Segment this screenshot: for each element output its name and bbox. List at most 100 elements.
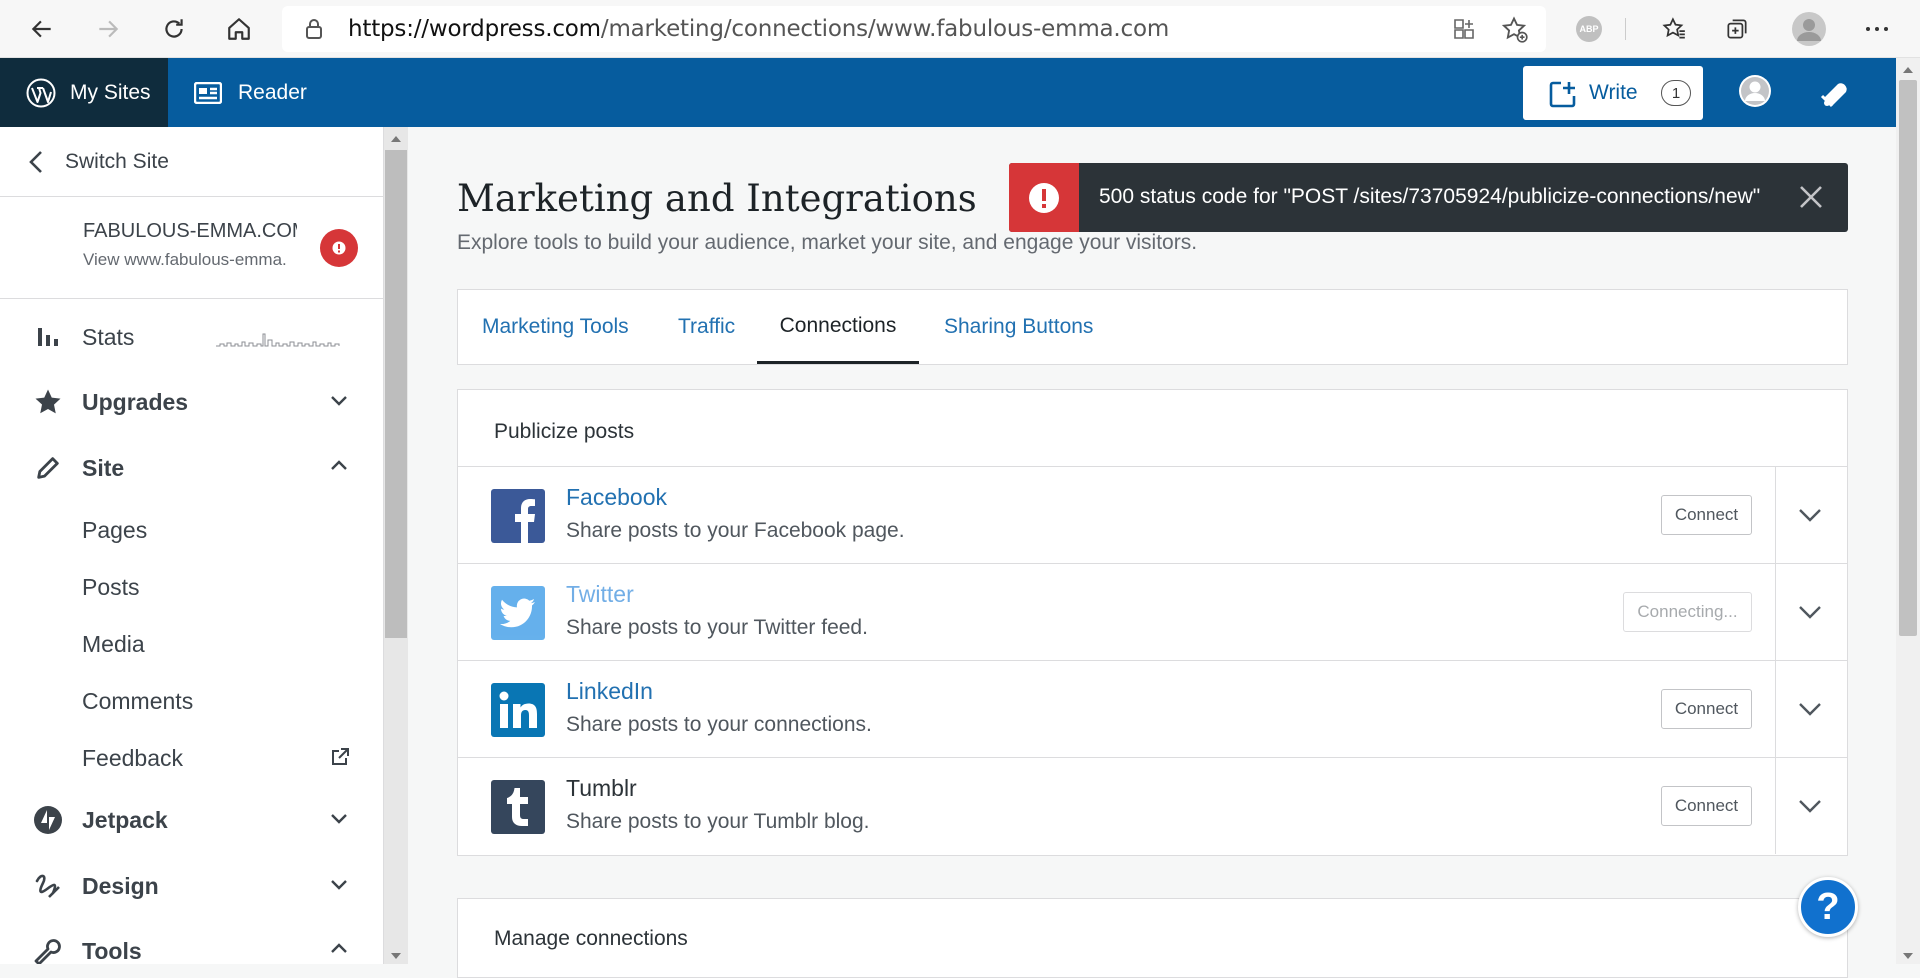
twitter-connecting-button[interactable]: Connecting...	[1623, 592, 1752, 632]
chevron-down-icon[interactable]	[1798, 796, 1822, 816]
sidebar: Switch Site FABULOUS-EMMA.COM View www.f…	[0, 127, 384, 964]
help-question-icon: ?	[1816, 885, 1840, 928]
me-avatar-button[interactable]	[1738, 74, 1772, 108]
sidebar-item-feedback[interactable]: Feedback	[82, 745, 183, 772]
facebook-connect-button[interactable]: Connect	[1661, 495, 1752, 535]
wordpress-logo-icon	[26, 78, 56, 107]
forward-button[interactable]	[91, 12, 125, 46]
chevron-down-icon	[331, 814, 347, 824]
error-notice: 500 status code for "POST /sites/7370592…	[1009, 163, 1848, 232]
favorites-icon	[1662, 17, 1685, 39]
tab-marketing-tools[interactable]: Marketing Tools	[482, 290, 629, 364]
scroll-up-arrow-icon[interactable]	[1902, 66, 1914, 74]
home-button[interactable]	[222, 12, 256, 46]
exclamation-icon	[332, 241, 346, 255]
tab-connections[interactable]: Connections	[757, 290, 919, 364]
help-button[interactable]: ?	[1798, 877, 1858, 937]
service-name[interactable]: Tumblr	[566, 775, 637, 802]
sidebar-item-pages[interactable]: Pages	[82, 517, 147, 544]
error-alert-icon	[1009, 163, 1079, 232]
refresh-button[interactable]	[157, 12, 191, 46]
browser-toolbar: https://wordpress.com/marketing/connecti…	[0, 0, 1920, 58]
current-site[interactable]: FABULOUS-EMMA.COM View www.fabulous-emma…	[0, 197, 383, 299]
url-text: https://wordpress.com/marketing/connecti…	[348, 16, 1169, 42]
site-error-icon[interactable]	[320, 229, 358, 267]
reader-label: Reader	[238, 80, 307, 104]
tumblr-connect-button[interactable]: Connect	[1661, 786, 1752, 826]
sidebar-item-label: Design	[82, 872, 159, 899]
sidebar-item-label: Upgrades	[82, 388, 189, 415]
add-favorite-icon	[1501, 16, 1528, 43]
sidebar-item-comments[interactable]: Comments	[82, 688, 193, 715]
notifications-button[interactable]	[1820, 76, 1852, 108]
sidebar-item-site[interactable]: Site	[0, 438, 383, 498]
toolbar-divider	[1625, 18, 1626, 40]
star-icon	[32, 386, 64, 418]
profile-avatar-icon	[1792, 12, 1826, 46]
sidebar-item-upgrades[interactable]: Upgrades	[0, 372, 383, 432]
sidebar-item-posts[interactable]: Posts	[82, 574, 140, 601]
tab-sharing-buttons[interactable]: Sharing Buttons	[944, 290, 1093, 364]
service-description: Share posts to your connections.	[566, 713, 872, 736]
sidebar-item-tools[interactable]: Tools	[0, 921, 383, 964]
service-name[interactable]: Facebook	[566, 484, 667, 511]
drafts-count-badge[interactable]: 1	[1661, 80, 1691, 106]
lock-icon	[306, 19, 322, 39]
sidebar-scrollbar-thumb[interactable]	[385, 150, 407, 638]
chevron-down-icon[interactable]	[1798, 602, 1822, 622]
sidebar-item-jetpack[interactable]: Jetpack	[0, 790, 383, 850]
profile-button[interactable]	[1792, 12, 1826, 46]
service-description: Share posts to your Tumblr blog.	[566, 810, 870, 833]
favorites-button[interactable]	[1657, 12, 1691, 46]
more-dots-icon	[1866, 27, 1888, 31]
sidebar-item-media[interactable]: Media	[82, 631, 145, 658]
tab-traffic[interactable]: Traffic	[678, 290, 735, 364]
back-button[interactable]	[25, 12, 59, 46]
switch-site-button[interactable]: Switch Site	[0, 127, 383, 197]
chevron-up-icon	[331, 943, 347, 953]
service-linkedin[interactable]: LinkedIn Share posts to your connections…	[458, 660, 1847, 757]
external-link-icon	[332, 748, 349, 765]
chevron-down-icon[interactable]	[1798, 505, 1822, 525]
collections-button[interactable]	[1720, 12, 1754, 46]
settings-more-button[interactable]	[1860, 12, 1894, 46]
adblock-extension-button[interactable]: ABP	[1572, 12, 1606, 46]
divider	[1775, 564, 1776, 660]
scroll-down-arrow-icon[interactable]	[390, 952, 402, 960]
collections-icon	[1727, 19, 1747, 39]
reader-icon	[194, 81, 222, 104]
service-name[interactable]: Twitter	[566, 581, 634, 608]
publicize-card: Publicize posts Facebook Share posts to …	[457, 389, 1848, 856]
notifications-bell-icon	[1820, 83, 1847, 108]
divider	[1775, 758, 1776, 854]
facebook-icon	[491, 489, 545, 543]
page-scrollbar-thumb[interactable]	[1899, 80, 1917, 636]
scroll-up-arrow-icon[interactable]	[390, 135, 402, 143]
linkedin-connect-button[interactable]: Connect	[1661, 689, 1752, 729]
sidebar-item-design[interactable]: Design	[0, 856, 383, 916]
service-twitter[interactable]: Twitter Share posts to your Twitter feed…	[458, 563, 1847, 660]
chevron-down-icon[interactable]	[1798, 699, 1822, 719]
service-tumblr[interactable]: Tumblr Share posts to your Tumblr blog. …	[458, 757, 1847, 854]
chevron-down-icon	[331, 396, 347, 406]
address-bar[interactable]: https://wordpress.com/marketing/connecti…	[282, 6, 1546, 52]
switch-site-label: Switch Site	[65, 149, 169, 173]
view-site-link[interactable]: View www.fabulous-emma.com	[83, 250, 287, 270]
sidebar-item-label: Jetpack	[82, 806, 168, 833]
sidebar-item-stats[interactable]: Stats	[0, 307, 383, 367]
reader-button[interactable]: Reader	[194, 58, 307, 127]
my-sites-button[interactable]: My Sites	[0, 58, 168, 127]
section-nav: Marketing Tools Traffic Connections Shar…	[457, 289, 1848, 365]
service-facebook[interactable]: Facebook Share posts to your Facebook pa…	[458, 466, 1847, 563]
write-button[interactable]: Write 1	[1523, 66, 1703, 120]
service-name[interactable]: LinkedIn	[566, 678, 653, 705]
page-title: Marketing and Integrations	[457, 177, 977, 220]
design-brush-icon	[32, 870, 64, 902]
error-notice-message: 500 status code for "POST /sites/7370592…	[1099, 185, 1761, 208]
close-icon[interactable]	[1797, 183, 1825, 211]
publicize-header: Publicize posts	[494, 420, 635, 443]
adblock-icon: ABP	[1576, 16, 1602, 42]
my-sites-label: My Sites	[70, 80, 151, 104]
scroll-down-arrow-icon[interactable]	[1902, 952, 1914, 960]
manage-connections-header: Manage connections	[494, 927, 688, 950]
